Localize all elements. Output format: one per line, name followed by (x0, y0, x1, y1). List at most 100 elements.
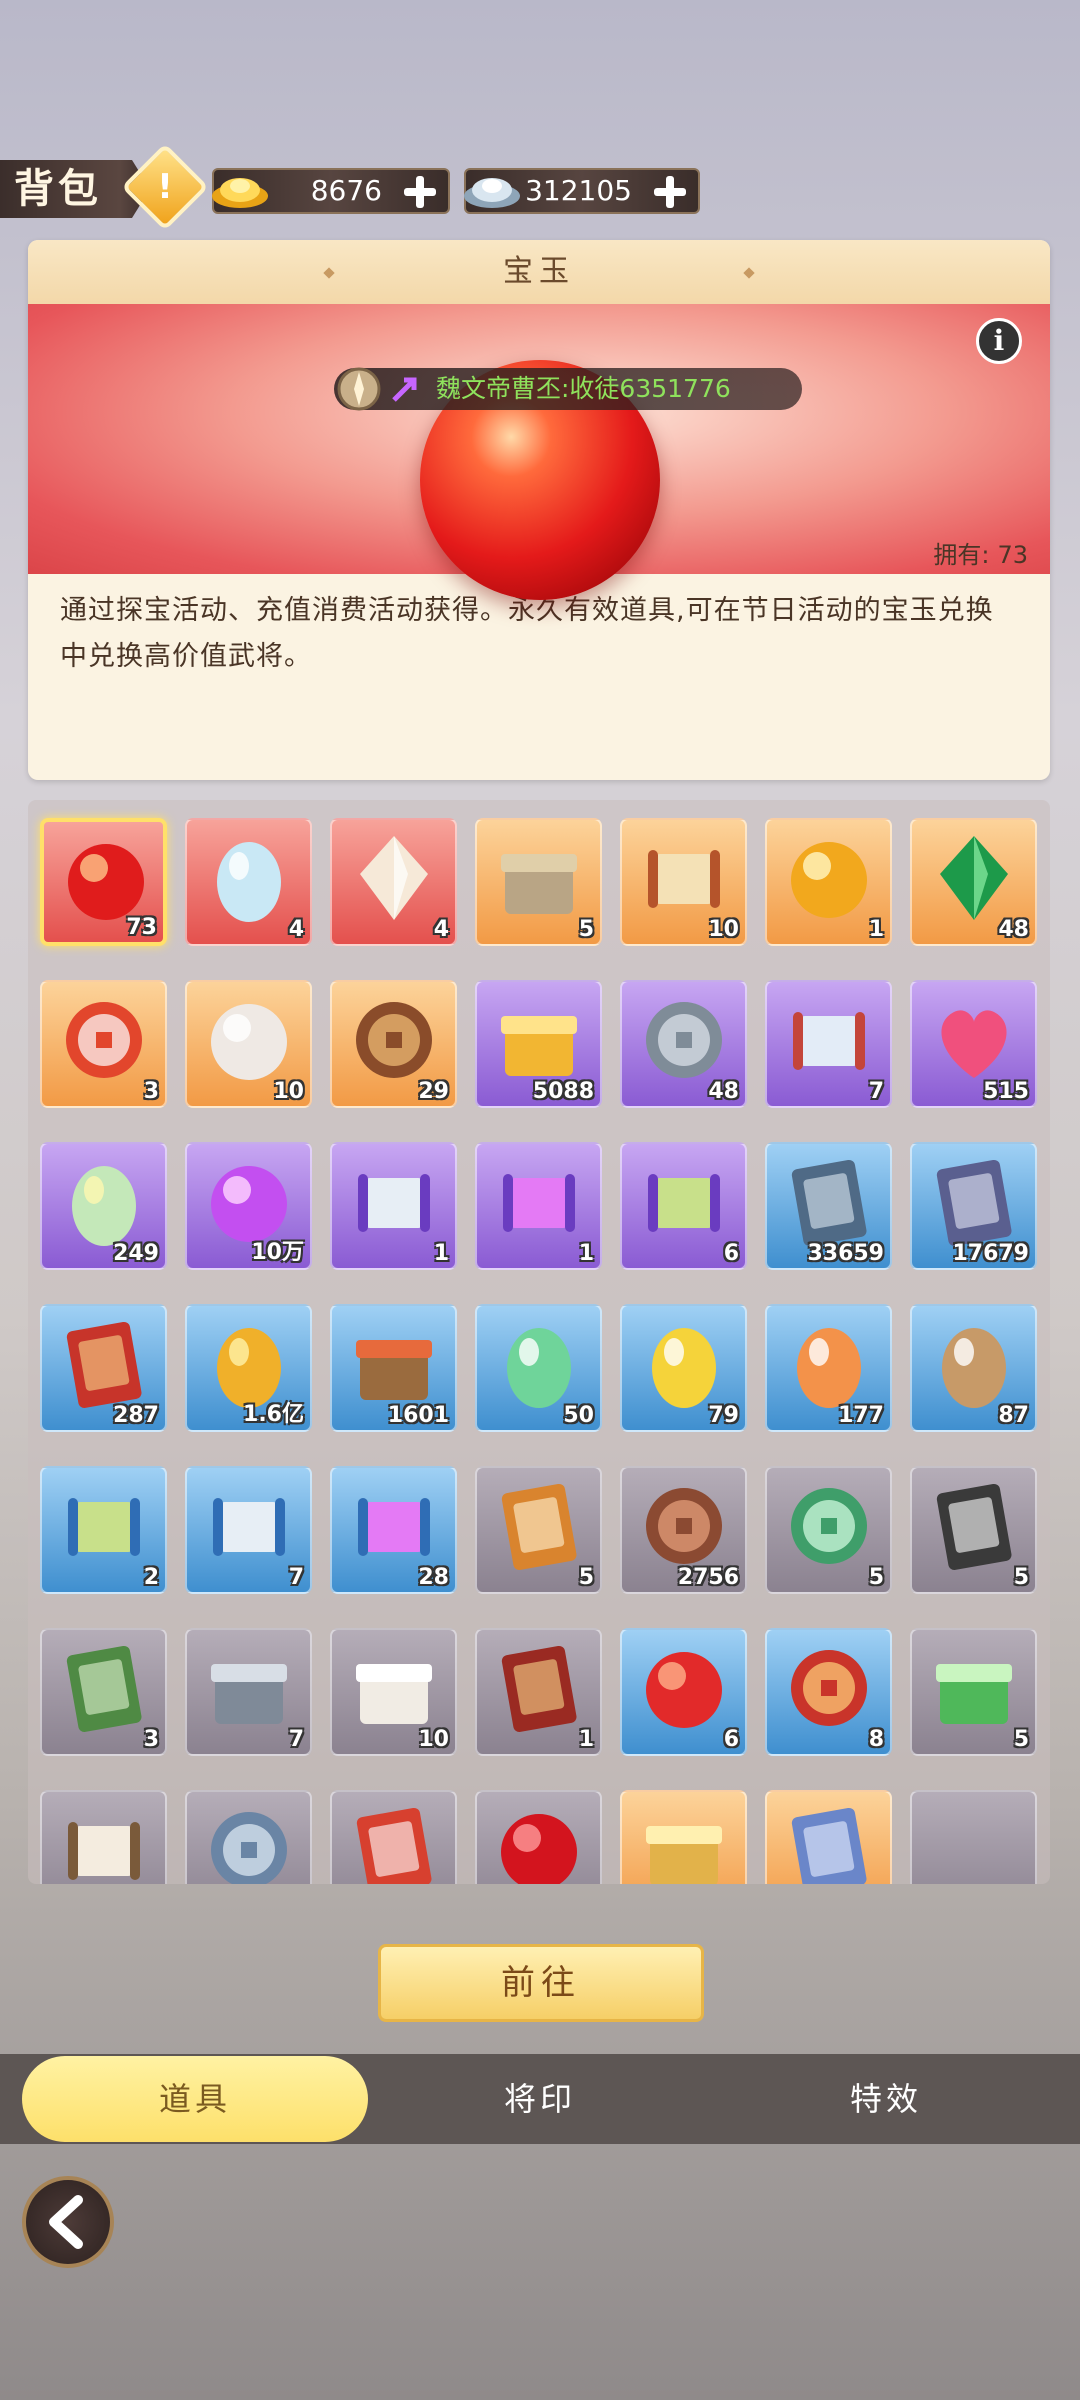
item-slot[interactable]: 5 (475, 818, 602, 946)
item-count: 5 (578, 917, 594, 942)
item-slot[interactable]: 10万 (185, 1142, 312, 1270)
item-count: 1 (578, 1241, 594, 1266)
item-slot[interactable]: 249 (40, 1142, 167, 1270)
calligraphy-scroll-icon (68, 1822, 140, 1880)
archery-target-token-icon (66, 1002, 142, 1078)
red-lantern-icon (646, 1652, 722, 1728)
luck-card-icon (791, 1159, 867, 1246)
item-slot[interactable]: 1 (475, 1142, 602, 1270)
item-slot[interactable]: 28 (330, 1466, 457, 1594)
item-slot[interactable] (330, 1790, 457, 1884)
item-slot[interactable]: 29 (330, 980, 457, 1108)
item-slot[interactable]: 1 (330, 1142, 457, 1270)
gold-currency: 8676 (212, 168, 450, 214)
item-grid-panel[interactable]: 73 4 4 5 10 1 48 3 10 29 5088 48 7 515 249 10万 1 1 6 33659 1… (28, 800, 1050, 1884)
item-slot[interactable]: 6 (620, 1628, 747, 1756)
item-slot[interactable] (185, 1790, 312, 1884)
item-slot[interactable]: 8 (765, 1628, 892, 1756)
item-slot[interactable] (910, 1790, 1037, 1884)
item-slot[interactable]: 79 (620, 1304, 747, 1432)
item-count: 5 (578, 1565, 594, 1590)
item-slot[interactable]: 1.6亿 (185, 1304, 312, 1432)
tab-seals[interactable]: 将印 (390, 2054, 690, 2144)
item-slot[interactable]: 5 (910, 1466, 1037, 1594)
item-slot[interactable]: 5088 (475, 980, 602, 1108)
back-button[interactable] (22, 2176, 114, 2268)
item-count: 10 (273, 1079, 304, 1104)
goto-button[interactable]: 前往 (378, 1944, 704, 2022)
box-scroll-2h-icon (68, 1498, 140, 1556)
item-slot[interactable] (40, 1790, 167, 1884)
challenge-scroll-icon (356, 1807, 432, 1884)
item-slot[interactable]: 7 (185, 1628, 312, 1756)
pink-heart-icon (941, 1010, 1007, 1078)
new-year-badge-icon (791, 1650, 867, 1726)
item-slot[interactable]: 2 (40, 1466, 167, 1594)
info-icon[interactable]: i (976, 318, 1022, 364)
item-slot[interactable]: 10 (330, 1628, 457, 1756)
add-gold-button[interactable] (402, 174, 438, 210)
silver-currency: 312105 (464, 168, 700, 214)
item-slot[interactable]: 48 (910, 818, 1037, 946)
item-slot[interactable]: 1 (475, 1628, 602, 1756)
item-slot[interactable]: 7 (765, 980, 892, 1108)
add-silver-button[interactable] (652, 174, 688, 210)
yellow-egg-icon (652, 1328, 716, 1408)
silver-scroll-8h-icon (358, 1174, 430, 1232)
item-slot[interactable]: 5 (475, 1466, 602, 1594)
item-slot[interactable] (765, 1790, 892, 1884)
exclamation-icon[interactable]: ! (121, 143, 209, 231)
item-slot[interactable]: 10 (185, 980, 312, 1108)
item-count: 7 (288, 1565, 304, 1590)
item-count: 4 (288, 917, 304, 942)
item-slot[interactable]: 1601 (330, 1304, 457, 1432)
item-count: 5 (1013, 1727, 1029, 1752)
palace-coin-icon (211, 1812, 287, 1884)
decor-diamond-icon (743, 266, 755, 279)
item-slot[interactable]: 48 (620, 980, 747, 1108)
item-slot[interactable]: 33659 (765, 1142, 892, 1270)
item-count: 5 (1013, 1565, 1029, 1590)
item-count: 73 (126, 915, 157, 940)
item-slot[interactable]: 5 (765, 1466, 892, 1594)
treasure-chest-icon (501, 854, 577, 914)
item-slot[interactable] (475, 1790, 602, 1884)
duel-plaque-icon (501, 1645, 577, 1732)
item-slot[interactable]: 177 (765, 1304, 892, 1432)
item-slot[interactable]: 4 (330, 818, 457, 946)
gold-value: 8676 (310, 174, 382, 207)
item-slot[interactable]: 3 (40, 980, 167, 1108)
fish-tin-icon (211, 1664, 287, 1724)
item-slot[interactable]: 7 (185, 1466, 312, 1594)
item-count: 2756 (677, 1565, 739, 1590)
item-count: 79 (708, 1403, 739, 1428)
item-count: 10 (708, 917, 739, 942)
fist-medal-icon (646, 1488, 722, 1564)
tab-effects[interactable]: 特效 (736, 2054, 1036, 2144)
box-scroll-8h-icon (648, 1174, 720, 1232)
chaos-talisman-icon (936, 1483, 1012, 1570)
item-slot[interactable]: 2756 (620, 1466, 747, 1594)
item-slot[interactable]: 10 (620, 818, 747, 946)
item-count: 28 (418, 1565, 449, 1590)
top-bar: 背包 ! 8676 312105 (0, 143, 1080, 231)
item-slot[interactable]: 6 (620, 1142, 747, 1270)
item-slot[interactable]: 1 (765, 818, 892, 946)
item-count: 33659 (807, 1241, 884, 1266)
item-slot[interactable]: 3 (40, 1628, 167, 1756)
item-slot[interactable]: 73 (40, 818, 167, 946)
item-slot[interactable]: 4 (185, 818, 312, 946)
item-count: 6 (723, 1241, 739, 1266)
item-slot[interactable]: 515 (910, 980, 1037, 1108)
detail-header: 宝玉 (28, 240, 1050, 304)
item-slot[interactable]: 287 (40, 1304, 167, 1432)
item-slot[interactable] (620, 1790, 747, 1884)
tab-items[interactable]: 道具 (22, 2056, 368, 2142)
cracked-egg-icon (942, 1328, 1006, 1408)
item-slot[interactable]: 5 (910, 1628, 1037, 1756)
dragon-command-icon (791, 1807, 867, 1884)
item-slot[interactable]: 17679 (910, 1142, 1037, 1270)
orange-egg-icon (797, 1328, 861, 1408)
item-slot[interactable]: 50 (475, 1304, 602, 1432)
item-slot[interactable]: 87 (910, 1304, 1037, 1432)
